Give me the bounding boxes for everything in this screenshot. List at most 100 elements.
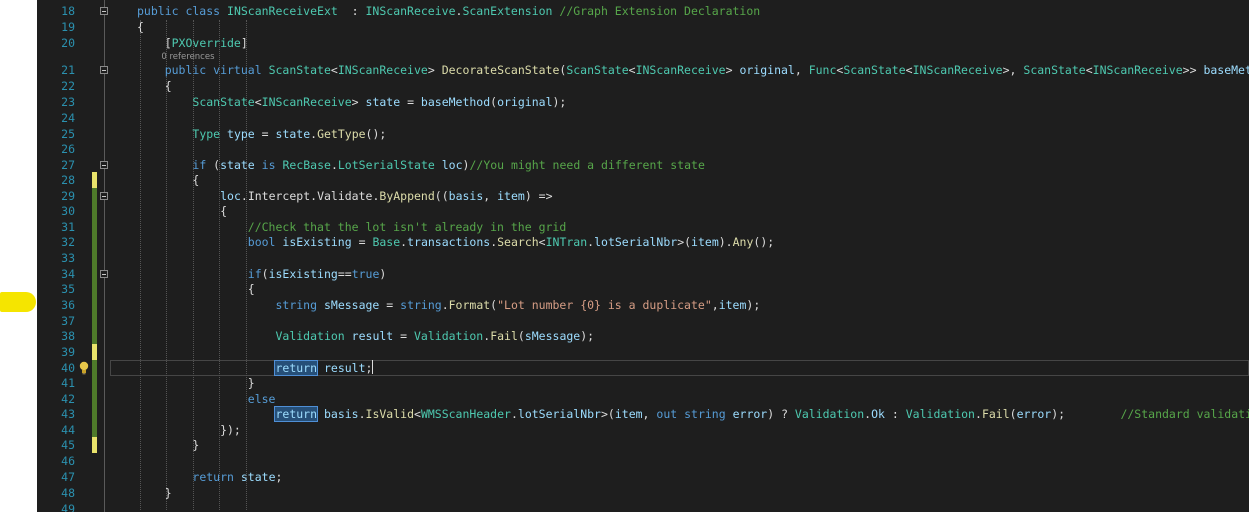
code-line[interactable]: bool isExisting = Base.transactions.Sear… [137,234,774,250]
saved-change-marker [92,219,97,235]
code-line[interactable]: { [137,78,172,94]
code-line[interactable]: string sMessage = string.Format("Lot num… [137,297,760,313]
code-token: Ok [871,407,885,421]
code-line[interactable]: public class INScanReceiveExt : INScanRe… [137,3,760,19]
code-line[interactable]: loc.Intercept.Validate.ByAppend((basis, … [137,188,552,204]
code-token: >( [677,235,692,249]
line-number: 25 [61,127,75,141]
code-token: , [711,298,719,312]
code-line[interactable]: { [137,203,227,219]
code-token: public virtual [137,63,269,77]
code-token: ByAppend [379,189,435,203]
line-number: 23 [61,95,75,109]
line-number: 30 [61,204,75,218]
unsaved-change-marker [92,172,97,188]
code-token: LotSerialState [337,158,435,172]
collapse-icon[interactable] [100,66,108,74]
code-token: > [725,63,740,77]
code-line[interactable]: if(isExisting==true) [137,266,387,282]
code-token: [ [137,36,172,50]
code-token: isExisting [282,235,352,249]
code-token: INScanReceive [337,63,428,77]
code-line[interactable]: }); [137,422,241,438]
collapse-icon[interactable] [100,270,108,278]
code-line[interactable]: else [137,391,276,407]
collapse-icon[interactable] [100,7,108,15]
code-token: . [240,189,248,203]
code-line[interactable]: ScanState<INScanReceive> state = baseMet… [137,94,566,110]
code-token: state [275,127,311,141]
unsaved-change-marker [92,344,97,360]
code-token: state [240,470,276,484]
saved-change-marker [92,250,97,266]
code-line[interactable]: { [137,281,255,297]
code-token: }); [137,423,241,437]
code-token: ; [365,361,373,375]
code-token: . [975,407,982,421]
outer-background [0,0,37,512]
code-token: type [227,127,255,141]
code-token: , [794,63,809,77]
code-line[interactable]: return basis.IsValid<WMSScanHeader.lotSe… [137,406,1249,422]
code-line[interactable]: } [137,437,199,453]
code-line[interactable]: [PXOverride] [137,35,248,51]
code-token: (); [365,127,387,141]
code-token: < [538,235,546,249]
code-token: result [351,329,394,343]
code-comment: //Standard validation [1120,407,1249,421]
code-token: : [884,407,906,421]
highlighted-keyword: return [274,406,319,422]
code-line[interactable]: { [137,172,199,188]
code-line[interactable]: Type type = state.GetType(); [137,126,386,142]
code-line[interactable]: return state; [137,469,282,485]
code-token: Base [372,235,401,249]
code-token: out string [656,407,726,421]
code-line[interactable]: Validation result = Validation.Fail(sMes… [137,328,594,344]
line-number: 19 [61,20,75,34]
codelens-references[interactable]: 0 references [161,52,214,62]
code-comment: //Graph Extension Declaration [559,4,761,18]
code-line[interactable]: public virtual ScanState<INScanReceive> … [137,62,1249,78]
code-token: = [254,127,276,141]
code-editor[interactable]: 18 public class INScanReceiveExt : INScan… [37,0,1249,512]
code-token: if [192,158,207,172]
code-token: INTran [545,235,588,249]
lightbulb-icon[interactable] [78,360,92,376]
line-number: 38 [61,329,75,343]
line-number: 47 [61,470,75,484]
code-token: . [358,407,366,421]
code-token: ); [580,329,595,343]
code-token: == [337,267,352,281]
code-token: , [642,407,657,421]
code-token: = [379,298,401,312]
code-line[interactable]: } [137,375,255,391]
code-token: Func [808,63,837,77]
saved-change-marker [92,234,97,250]
code-line[interactable]: if (state is RecBase.LotSerialState loc)… [137,157,704,173]
code-token: Fail [981,407,1010,421]
code-line[interactable]: return result; [137,360,374,376]
collapse-icon[interactable] [100,161,108,169]
line-number: 32 [61,235,75,249]
code-token: else [247,392,276,406]
code-line[interactable]: } [137,485,172,501]
saved-change-marker [92,313,97,329]
yellow-highlighter-mark [0,292,36,312]
code-line[interactable]: { [137,19,144,35]
highlighted-keyword: return [274,360,319,376]
code-token: isExisting [268,267,338,281]
collapse-icon[interactable] [100,192,108,200]
line-number: 36 [61,298,75,312]
code-token: result [323,361,366,375]
code-line[interactable]: //Check that the lot isn't already in th… [137,219,567,235]
code-token: Validation [905,407,975,421]
line-number: 41 [61,376,75,390]
